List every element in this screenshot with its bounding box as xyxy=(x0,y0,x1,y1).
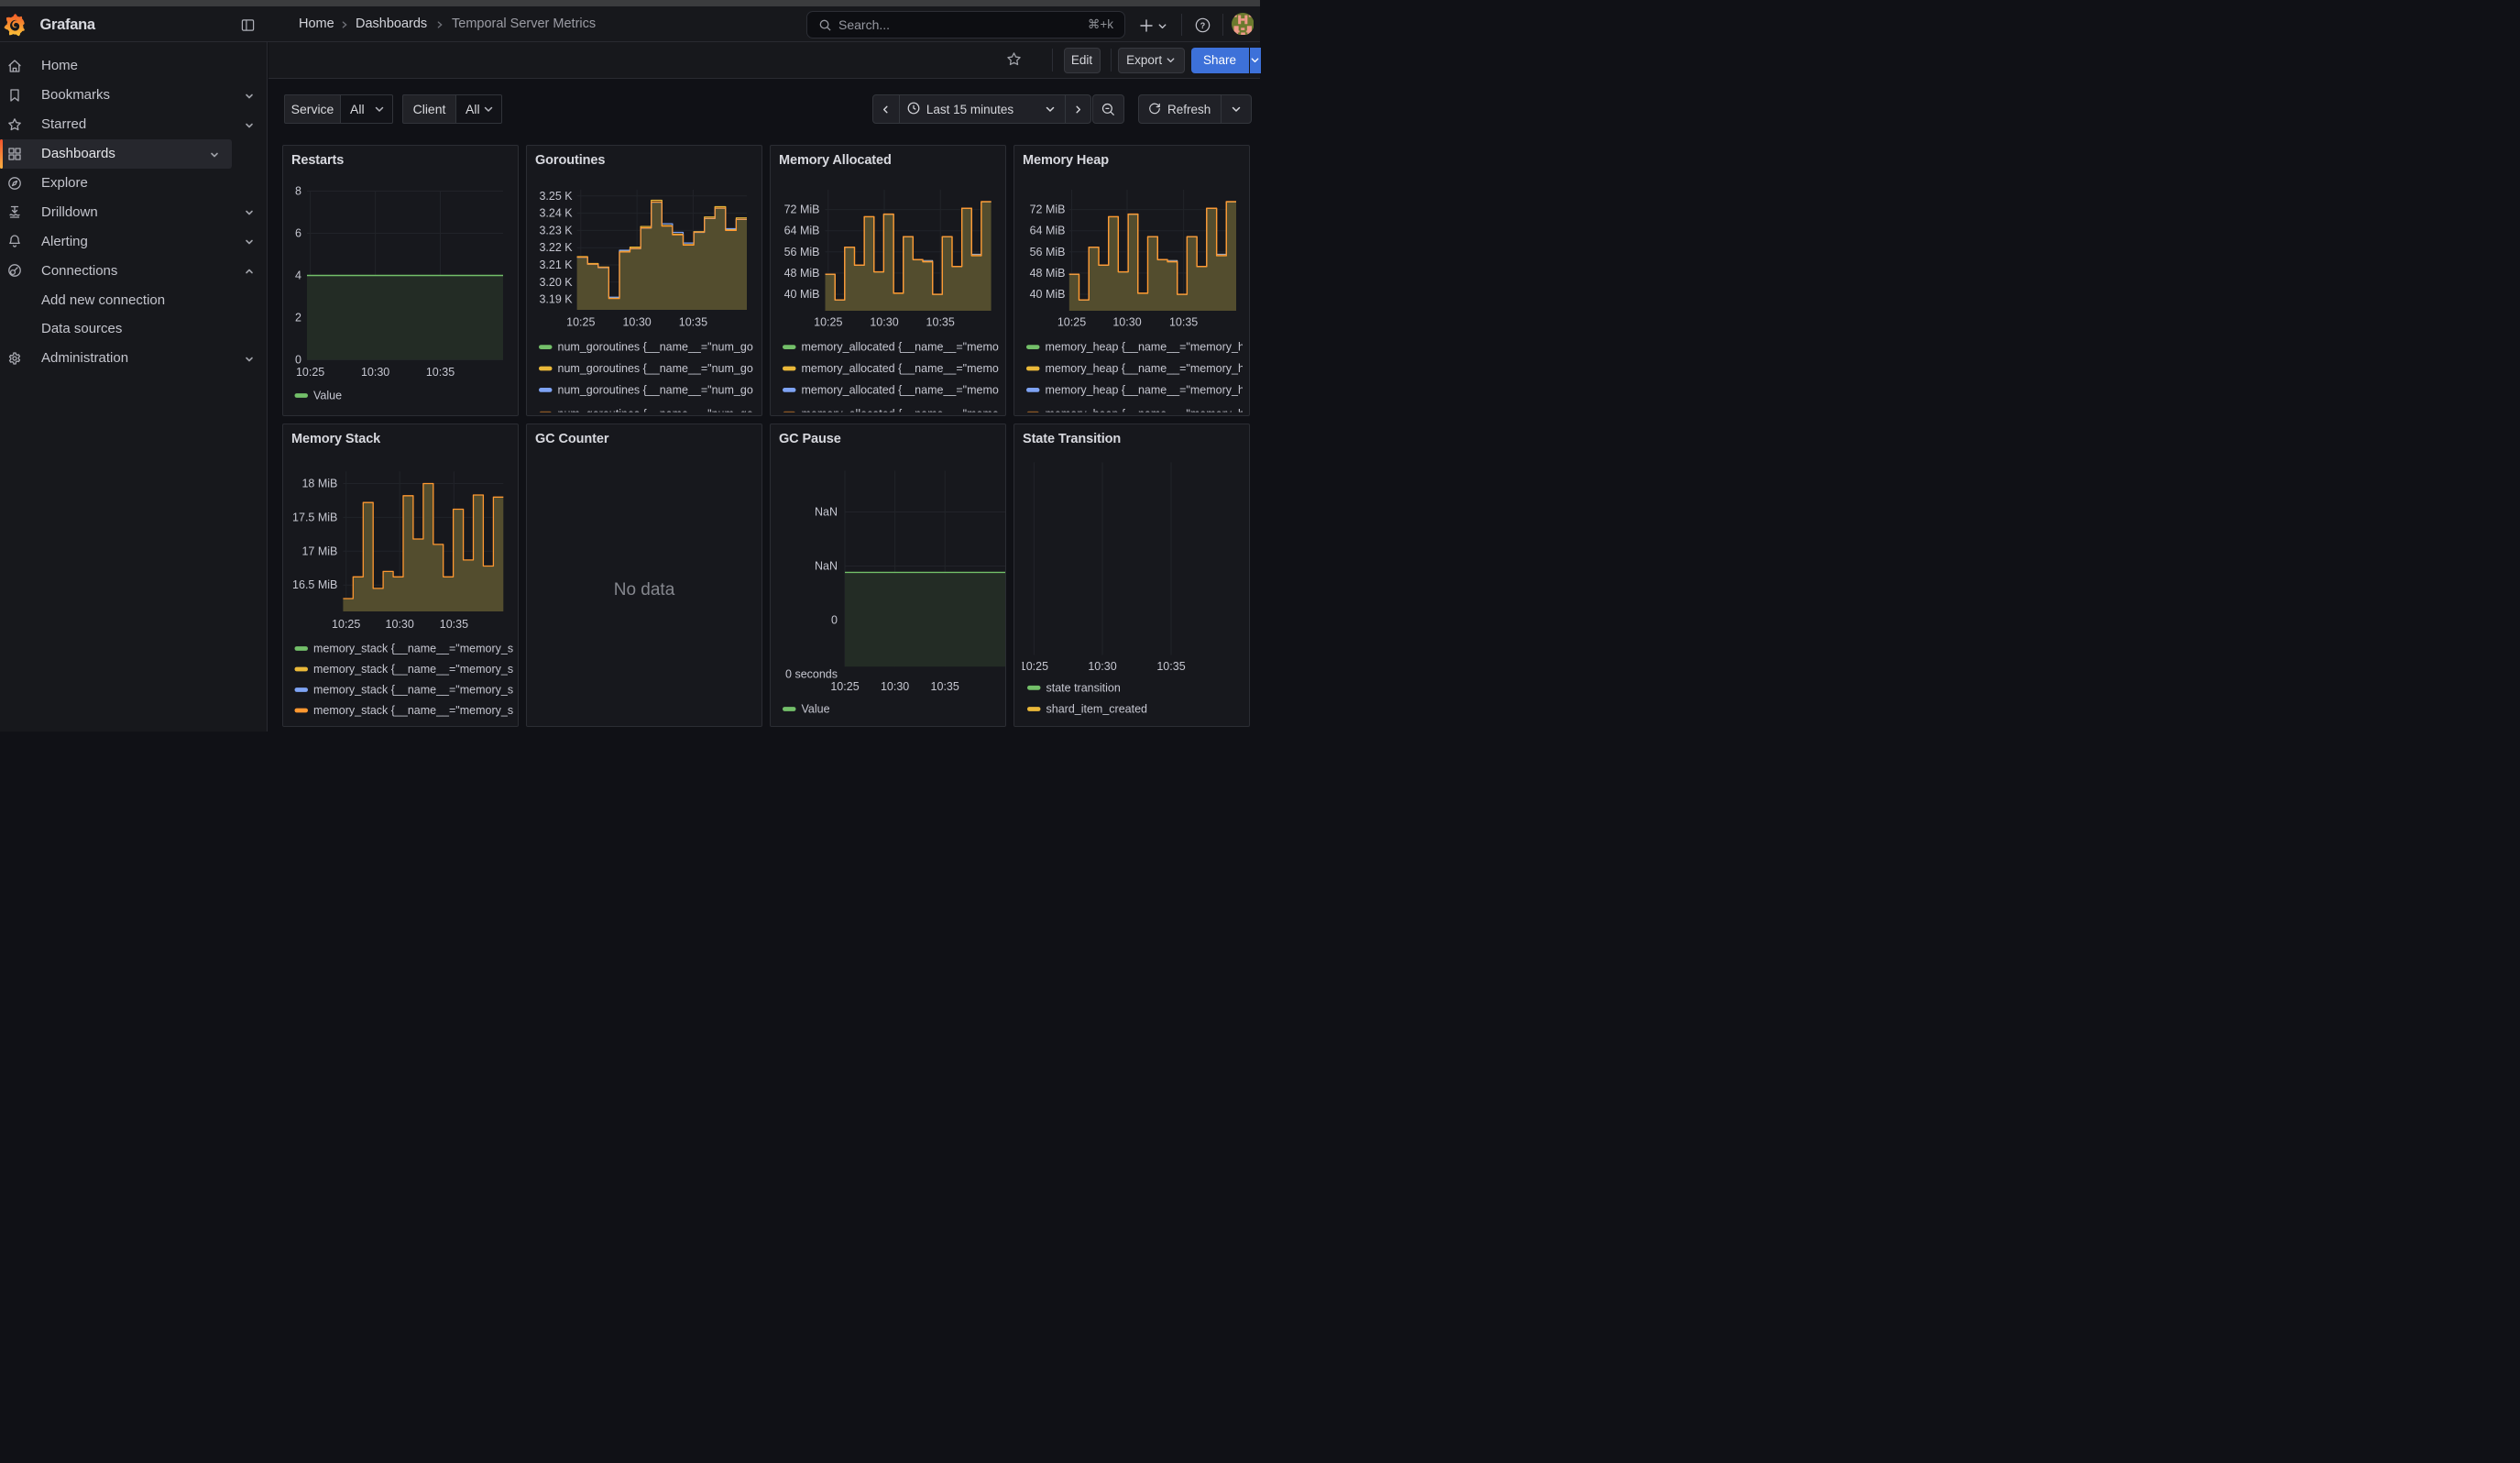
svg-text:3.21 K: 3.21 K xyxy=(539,258,573,271)
svg-text:state transition: state transition xyxy=(1046,681,1121,694)
svg-text:3.19 K: 3.19 K xyxy=(539,293,573,306)
svg-text:memory_allocated {__name__="me: memory_allocated {__name__="memo xyxy=(802,407,999,415)
svg-text:17 MiB: 17 MiB xyxy=(301,544,337,557)
svg-text:4: 4 xyxy=(295,270,301,282)
svg-text:10:35: 10:35 xyxy=(931,680,959,693)
svg-text:3.23 K: 3.23 K xyxy=(539,224,573,236)
svg-text:memory_stack {__name__="memory: memory_stack {__name__="memory_s xyxy=(313,704,513,717)
svg-text:memory_allocated {__name__="me: memory_allocated {__name__="memo xyxy=(802,341,999,354)
svg-text:17.5 MiB: 17.5 MiB xyxy=(292,511,337,523)
svg-text:48 MiB: 48 MiB xyxy=(784,267,820,280)
svg-text:10:30: 10:30 xyxy=(622,316,651,329)
svg-text:10:25: 10:25 xyxy=(332,617,360,630)
svg-text:18 MiB: 18 MiB xyxy=(301,477,337,490)
svg-text:10:30: 10:30 xyxy=(361,366,389,379)
svg-text:10:25: 10:25 xyxy=(1020,660,1048,673)
svg-text:3.25 K: 3.25 K xyxy=(539,190,573,203)
svg-text:10:25: 10:25 xyxy=(1057,316,1086,329)
svg-text:num_goroutines {__name__="num_: num_goroutines {__name__="num_go xyxy=(558,407,753,415)
svg-text:memory_stack {__name__="memory: memory_stack {__name__="memory_s xyxy=(313,642,513,654)
svg-text:Value: Value xyxy=(802,702,830,715)
svg-text:memory_heap {__name__="memory_: memory_heap {__name__="memory_h xyxy=(1046,362,1244,375)
svg-text:40 MiB: 40 MiB xyxy=(1030,288,1066,301)
svg-text:num_goroutines {__name__="num_: num_goroutines {__name__="num_go xyxy=(558,362,753,375)
svg-text:10:25: 10:25 xyxy=(566,316,595,329)
svg-text:memory_heap {__name__="memory_: memory_heap {__name__="memory_h xyxy=(1046,341,1244,354)
svg-text:40 MiB: 40 MiB xyxy=(784,288,820,301)
svg-text:num_goroutines {__name__="num_: num_goroutines {__name__="num_go xyxy=(558,341,753,354)
svg-text:NaN: NaN xyxy=(815,559,838,572)
svg-text:3.24 K: 3.24 K xyxy=(539,207,573,220)
svg-text:10:30: 10:30 xyxy=(1112,316,1141,329)
svg-text:memory_allocated {__name__="me: memory_allocated {__name__="memo xyxy=(802,362,999,375)
svg-text:72 MiB: 72 MiB xyxy=(1030,204,1066,216)
svg-text:64 MiB: 64 MiB xyxy=(1030,225,1066,237)
svg-text:48 MiB: 48 MiB xyxy=(1030,267,1066,280)
svg-text:NaN: NaN xyxy=(815,505,838,518)
svg-text:64 MiB: 64 MiB xyxy=(784,225,820,237)
svg-text:0: 0 xyxy=(295,354,301,367)
svg-text:memory_heap {__name__="memory_: memory_heap {__name__="memory_h xyxy=(1046,383,1244,396)
svg-text:10:35: 10:35 xyxy=(1156,660,1185,673)
svg-text:10:30: 10:30 xyxy=(386,617,414,630)
svg-text:10:35: 10:35 xyxy=(1169,316,1198,329)
svg-text:56 MiB: 56 MiB xyxy=(1030,246,1066,258)
svg-text:72 MiB: 72 MiB xyxy=(784,204,820,216)
svg-text:6: 6 xyxy=(295,227,301,240)
svg-text:10:25: 10:25 xyxy=(814,316,842,329)
svg-text:Value: Value xyxy=(313,390,342,402)
svg-text:memory_allocated {__name__="me: memory_allocated {__name__="memo xyxy=(802,383,999,396)
svg-text:memory_stack {__name__="memory: memory_stack {__name__="memory_s xyxy=(313,663,513,676)
svg-text:3.22 K: 3.22 K xyxy=(539,241,573,254)
svg-text:0 seconds: 0 seconds xyxy=(785,667,838,680)
svg-text:memory_stack {__name__="memory: memory_stack {__name__="memory_s xyxy=(313,683,513,696)
svg-text:2: 2 xyxy=(295,312,301,324)
svg-text:16.5 MiB: 16.5 MiB xyxy=(292,578,337,591)
svg-text:8: 8 xyxy=(295,185,301,198)
svg-text:10:25: 10:25 xyxy=(296,366,324,379)
svg-text:10:30: 10:30 xyxy=(881,680,909,693)
svg-text:10:35: 10:35 xyxy=(426,366,455,379)
svg-text:10:35: 10:35 xyxy=(440,617,468,630)
svg-text:56 MiB: 56 MiB xyxy=(784,246,820,258)
svg-text:10:25: 10:25 xyxy=(830,680,859,693)
svg-text:?: ? xyxy=(1200,21,1205,30)
svg-text:memory_heap {__name__="memory_: memory_heap {__name__="memory_h xyxy=(1046,407,1244,415)
svg-text:10:35: 10:35 xyxy=(926,316,955,329)
svg-text:3.20 K: 3.20 K xyxy=(539,276,573,289)
svg-text:num_goroutines {__name__="num_: num_goroutines {__name__="num_go xyxy=(558,383,753,396)
svg-text:10:35: 10:35 xyxy=(679,316,707,329)
svg-text:shard_item_created: shard_item_created xyxy=(1046,702,1148,715)
svg-text:10:30: 10:30 xyxy=(870,316,898,329)
svg-text:10:30: 10:30 xyxy=(1088,660,1116,673)
svg-text:0: 0 xyxy=(831,613,838,626)
